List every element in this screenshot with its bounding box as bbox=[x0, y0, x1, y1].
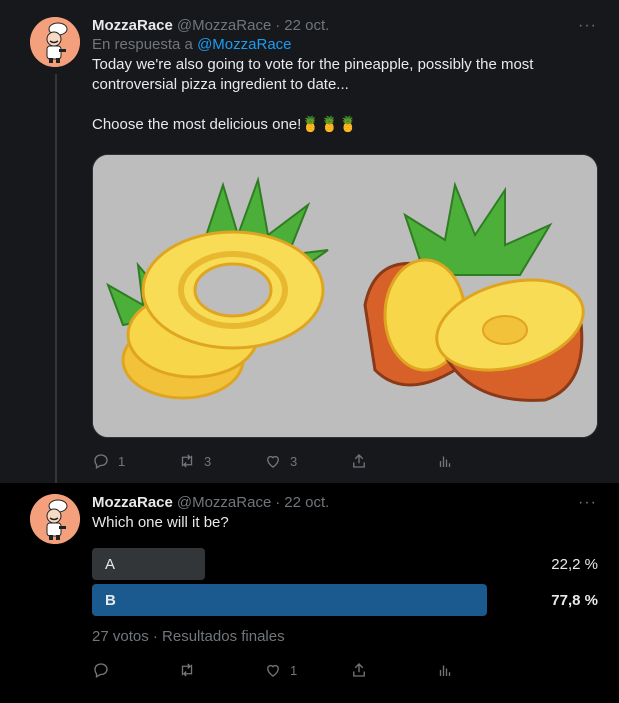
author-name[interactable]: MozzaRace bbox=[92, 494, 173, 511]
analytics-button[interactable] bbox=[436, 452, 522, 470]
analytics-button[interactable] bbox=[436, 661, 522, 679]
separator: · bbox=[275, 17, 281, 34]
heart-icon bbox=[267, 664, 279, 677]
poll: A 22,2 % B 77,8 % 27 votos · Resultados … bbox=[92, 548, 598, 645]
poll-option-label: B bbox=[105, 592, 116, 609]
reply-handle-link[interactable]: @MozzaRace bbox=[197, 36, 291, 53]
retweet-button[interactable] bbox=[178, 661, 264, 679]
reply-context: En respuesta a @MozzaRace bbox=[92, 36, 601, 53]
like-count: 3 bbox=[290, 453, 298, 469]
avatar[interactable] bbox=[30, 494, 80, 544]
retweet-count: 3 bbox=[204, 453, 212, 469]
share-icon bbox=[353, 454, 365, 468]
thread-line bbox=[55, 74, 57, 483]
reply-button[interactable] bbox=[92, 661, 178, 679]
tweet-1[interactable]: MozzaRace @MozzaRace · 22 oct. En respue… bbox=[0, 0, 619, 483]
tweet-media[interactable] bbox=[92, 154, 598, 438]
poll-option-label: A bbox=[105, 556, 116, 573]
author-name[interactable]: MozzaRace bbox=[92, 17, 173, 34]
poll-option-percent: 77,8 % bbox=[551, 592, 598, 609]
like-count: 1 bbox=[290, 662, 298, 678]
share-button[interactable] bbox=[350, 661, 436, 679]
tweet-text: Which one will it be? bbox=[92, 514, 229, 531]
avatar[interactable] bbox=[30, 17, 80, 67]
poll-meta: 27 votos · Resultados finales bbox=[92, 628, 285, 645]
retweet-icon bbox=[181, 454, 193, 468]
poll-option-a: A 22,2 % bbox=[92, 548, 598, 580]
retweet-icon bbox=[181, 663, 193, 677]
tweet-text: Today we're also going to vote for the p… bbox=[92, 56, 534, 133]
analytics-icon bbox=[439, 456, 451, 467]
analytics-icon bbox=[439, 665, 451, 676]
poll-bar-b bbox=[92, 584, 487, 616]
share-button[interactable] bbox=[350, 452, 436, 470]
tweet-actions: 1 3 3 bbox=[92, 452, 522, 470]
pineapple-rings-image[interactable] bbox=[93, 155, 345, 437]
more-options-icon[interactable]: ··· bbox=[578, 17, 597, 35]
tweet-actions: 1 bbox=[92, 661, 522, 679]
reply-prefix: En respuesta a bbox=[92, 36, 193, 53]
pineapple-halves-image[interactable] bbox=[345, 155, 597, 437]
author-handle[interactable]: @MozzaRace bbox=[177, 17, 271, 34]
share-icon bbox=[353, 663, 365, 677]
poll-option-percent: 22,2 % bbox=[551, 556, 598, 573]
like-button[interactable]: 1 bbox=[264, 661, 350, 679]
reply-count: 1 bbox=[118, 453, 126, 469]
chef-mascot-icon bbox=[30, 494, 80, 544]
author-handle[interactable]: @MozzaRace bbox=[177, 494, 271, 511]
pineapple-halves-illustration bbox=[363, 181, 585, 402]
tweet-date[interactable]: 22 oct. bbox=[284, 494, 329, 511]
poll-option-b: B 77,8 % bbox=[92, 584, 598, 616]
pineapple-rings-illustration bbox=[106, 176, 329, 400]
tweet-date[interactable]: 22 oct. bbox=[284, 17, 329, 34]
like-button[interactable]: 3 bbox=[264, 452, 350, 470]
separator: · bbox=[275, 494, 281, 511]
tweet-2[interactable]: MozzaRace @MozzaRace · 22 oct. Which one… bbox=[0, 483, 619, 703]
reply-icon bbox=[94, 663, 108, 678]
reply-button[interactable]: 1 bbox=[92, 452, 178, 470]
reply-icon bbox=[94, 454, 108, 469]
more-options-icon[interactable]: ··· bbox=[578, 494, 597, 512]
retweet-button[interactable]: 3 bbox=[178, 452, 264, 470]
chef-mascot-icon bbox=[30, 17, 80, 67]
heart-icon bbox=[267, 455, 279, 468]
